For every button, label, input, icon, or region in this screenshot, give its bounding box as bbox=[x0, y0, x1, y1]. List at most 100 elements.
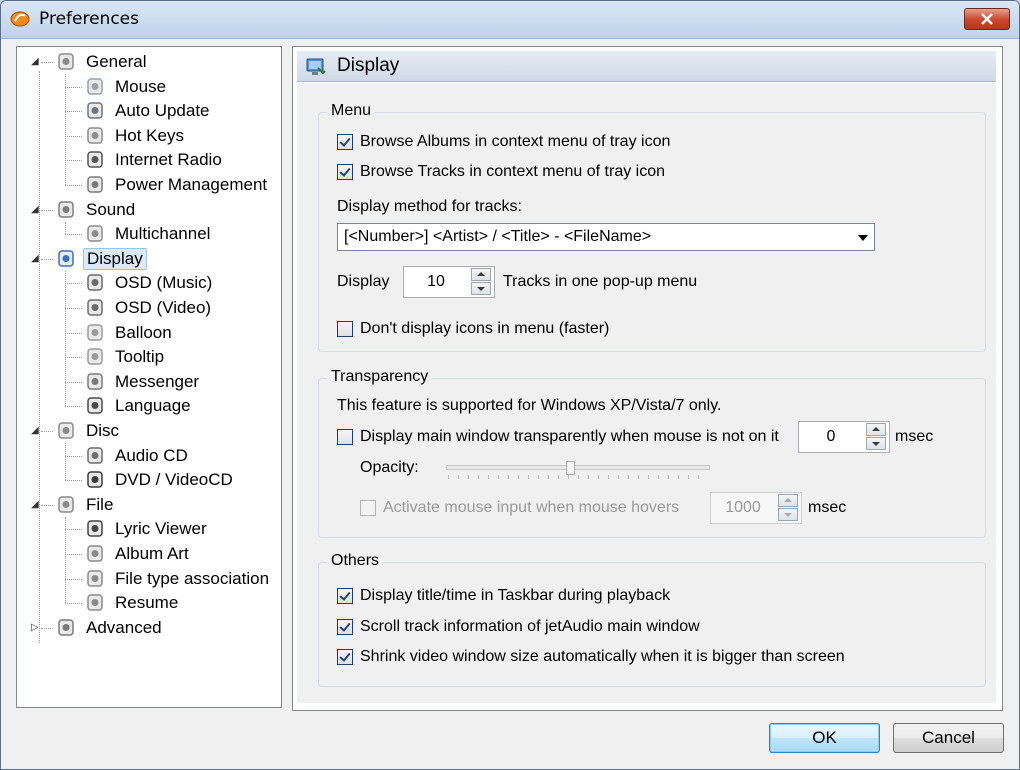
transparent-msec-stepper[interactable]: 0 bbox=[798, 421, 890, 453]
display-method-select[interactable]: [<Number>] <Artist> / <Title> - <FileNam… bbox=[337, 223, 875, 251]
opacity-slider-track bbox=[446, 465, 710, 470]
tree-item-audio-cd[interactable]: Audio CD bbox=[84, 444, 191, 468]
tree-connector bbox=[65, 578, 82, 580]
tree-item-messenger[interactable]: Messenger bbox=[84, 370, 202, 394]
tree-item-multichannel[interactable]: Multichannel bbox=[84, 222, 213, 246]
stepper-down-button[interactable] bbox=[866, 437, 886, 450]
browse-tracks-checkbox[interactable] bbox=[337, 164, 353, 180]
tracks-count-value[interactable]: 10 bbox=[404, 273, 468, 291]
tree-item-mouse[interactable]: Mouse bbox=[84, 75, 169, 99]
tree-item-sound[interactable]: Sound bbox=[55, 198, 138, 222]
tree-item-advanced[interactable]: Advanced bbox=[55, 616, 165, 640]
tree-item-tooltip[interactable]: Tooltip bbox=[84, 345, 167, 369]
display-method-label: Display method for tracks: bbox=[337, 198, 522, 215]
title-in-taskbar-checkbox[interactable] bbox=[337, 588, 353, 604]
panel-header: Display bbox=[297, 51, 996, 82]
cancel-button[interactable]: Cancel bbox=[893, 723, 1004, 753]
tree-item-osd-music[interactable]: OSD (Music) bbox=[84, 271, 215, 295]
tree-item-language[interactable]: Language bbox=[84, 394, 194, 418]
window-title: Preferences bbox=[39, 9, 139, 29]
tree-item-label: Lyric Viewer bbox=[115, 519, 207, 539]
preferences-window: Preferences ◢ General Mouse Auto Update Hot … bbox=[0, 0, 1020, 770]
cd-icon bbox=[84, 445, 106, 467]
stepper-down-button[interactable] bbox=[778, 508, 798, 521]
tree-item-dvd-videocd[interactable]: DVD / VideoCD bbox=[84, 468, 236, 492]
title-in-taskbar-option[interactable]: Display title/time in Taskbar during pla… bbox=[337, 587, 670, 605]
tree-item-label: Resume bbox=[115, 593, 179, 613]
transparent-window-label: Display main window transparently when m… bbox=[360, 428, 779, 445]
transparent-window-option[interactable]: Display main window transparently when m… bbox=[337, 428, 779, 446]
tree-item-auto-update[interactable]: Auto Update bbox=[84, 99, 213, 123]
tree-item-lyric-viewer[interactable]: Lyric Viewer bbox=[84, 517, 210, 541]
tree-expand-arrow[interactable]: ▷ bbox=[31, 622, 41, 633]
activate-mouse-option[interactable]: Activate mouse input when mouse hovers bbox=[360, 499, 679, 517]
tree-collapse-arrow[interactable]: ◢ bbox=[31, 426, 41, 436]
activate-mouse-label: Activate mouse input when mouse hovers bbox=[383, 499, 680, 516]
msec-label-2: msec bbox=[808, 499, 847, 516]
scroll-track-checkbox[interactable] bbox=[337, 619, 353, 635]
tree-collapse-arrow[interactable]: ◢ bbox=[31, 57, 41, 67]
opacity-slider-thumb[interactable] bbox=[566, 461, 575, 475]
power-icon bbox=[84, 174, 106, 196]
tree-item-label: Language bbox=[115, 396, 191, 416]
tree-item-balloon[interactable]: Balloon bbox=[84, 321, 175, 345]
tree-item-hot-keys[interactable]: Hot Keys bbox=[84, 124, 187, 148]
opacity-slider[interactable] bbox=[446, 461, 710, 480]
dont-display-icons-option[interactable]: Don't display icons in menu (faster) bbox=[337, 320, 609, 338]
browse-albums-option[interactable]: Browse Albums in context menu of tray ic… bbox=[337, 133, 670, 151]
tree-item-resume[interactable]: Resume bbox=[84, 591, 181, 615]
speaker-icon bbox=[55, 199, 77, 221]
stepper-up-button[interactable] bbox=[778, 494, 798, 507]
tree-item-label: Disc bbox=[86, 421, 120, 440]
stepper-up-button[interactable] bbox=[866, 423, 886, 436]
tree-collapse-arrow[interactable]: ◢ bbox=[31, 253, 41, 264]
title-bar[interactable]: Preferences bbox=[1, 1, 1019, 39]
close-button[interactable] bbox=[964, 8, 1010, 30]
osd-music-icon bbox=[84, 272, 106, 294]
display-method-value: [<Number>] <Artist> / <Title> - <FileNam… bbox=[344, 228, 652, 245]
tree-guide-line bbox=[65, 74, 66, 185]
tree-item-power-management[interactable]: Power Management bbox=[84, 173, 270, 197]
tree-item-display[interactable]: Display bbox=[55, 247, 147, 271]
browse-albums-checkbox[interactable] bbox=[337, 134, 353, 150]
monitor-icon bbox=[55, 248, 77, 270]
transparency-group-title: Transparency bbox=[327, 368, 433, 386]
tree-connector bbox=[65, 185, 82, 186]
shrink-video-option[interactable]: Shrink video window size automatically w… bbox=[337, 648, 845, 666]
tree-item-disc[interactable]: Disc bbox=[55, 419, 122, 443]
browse-tracks-option[interactable]: Browse Tracks in context menu of tray ic… bbox=[337, 163, 665, 181]
activate-mouse-checkbox[interactable] bbox=[360, 500, 376, 516]
tree-guide-line bbox=[65, 270, 66, 407]
ok-button[interactable]: OK bbox=[769, 723, 880, 753]
transparent-window-checkbox[interactable] bbox=[337, 429, 353, 445]
tree-item-album-art[interactable]: Album Art bbox=[84, 542, 192, 566]
transparency-note: This feature is supported for Windows XP… bbox=[337, 397, 722, 414]
tree-item-file[interactable]: File bbox=[55, 493, 116, 517]
tree-collapse-arrow[interactable]: ◢ bbox=[31, 204, 41, 215]
tree-item-osd-video[interactable]: OSD (Video) bbox=[84, 296, 214, 320]
balloon-icon bbox=[84, 322, 106, 344]
tree-collapse-arrow[interactable]: ◢ bbox=[31, 499, 41, 510]
scroll-track-option[interactable]: Scroll track information of jetAudio mai… bbox=[337, 618, 700, 636]
category-tree[interactable]: ◢ General Mouse Auto Update Hot Keys Internet… bbox=[16, 46, 282, 708]
keyboard-icon bbox=[84, 125, 106, 147]
tree-item-label: Tooltip bbox=[115, 347, 165, 367]
stepper-down-button[interactable] bbox=[471, 282, 491, 295]
dont-display-icons-checkbox[interactable] bbox=[337, 321, 353, 337]
tree-guide-line bbox=[39, 71, 40, 643]
tree-guide-line bbox=[65, 516, 66, 604]
tree-item-file-type-association[interactable]: File type association bbox=[84, 567, 272, 591]
stepper-up-button[interactable] bbox=[471, 268, 491, 281]
activate-msec-stepper[interactable]: 1000 bbox=[710, 492, 802, 524]
tree-connector bbox=[65, 160, 82, 162]
shrink-video-checkbox[interactable] bbox=[337, 649, 353, 665]
tree-item-general[interactable]: General bbox=[55, 50, 149, 74]
activate-msec-value[interactable]: 1000 bbox=[711, 499, 775, 517]
tracks-count-stepper[interactable]: 10 bbox=[403, 266, 495, 298]
tree-connector bbox=[65, 406, 82, 408]
tree-connector bbox=[41, 627, 53, 629]
transparent-msec-value[interactable]: 0 bbox=[799, 428, 863, 446]
tree-item-internet-radio[interactable]: Internet Radio bbox=[84, 148, 225, 172]
tracks-suffix-label: Tracks in one pop-up menu bbox=[503, 273, 698, 290]
shrink-video-label: Shrink video window size automatically w… bbox=[360, 648, 845, 665]
